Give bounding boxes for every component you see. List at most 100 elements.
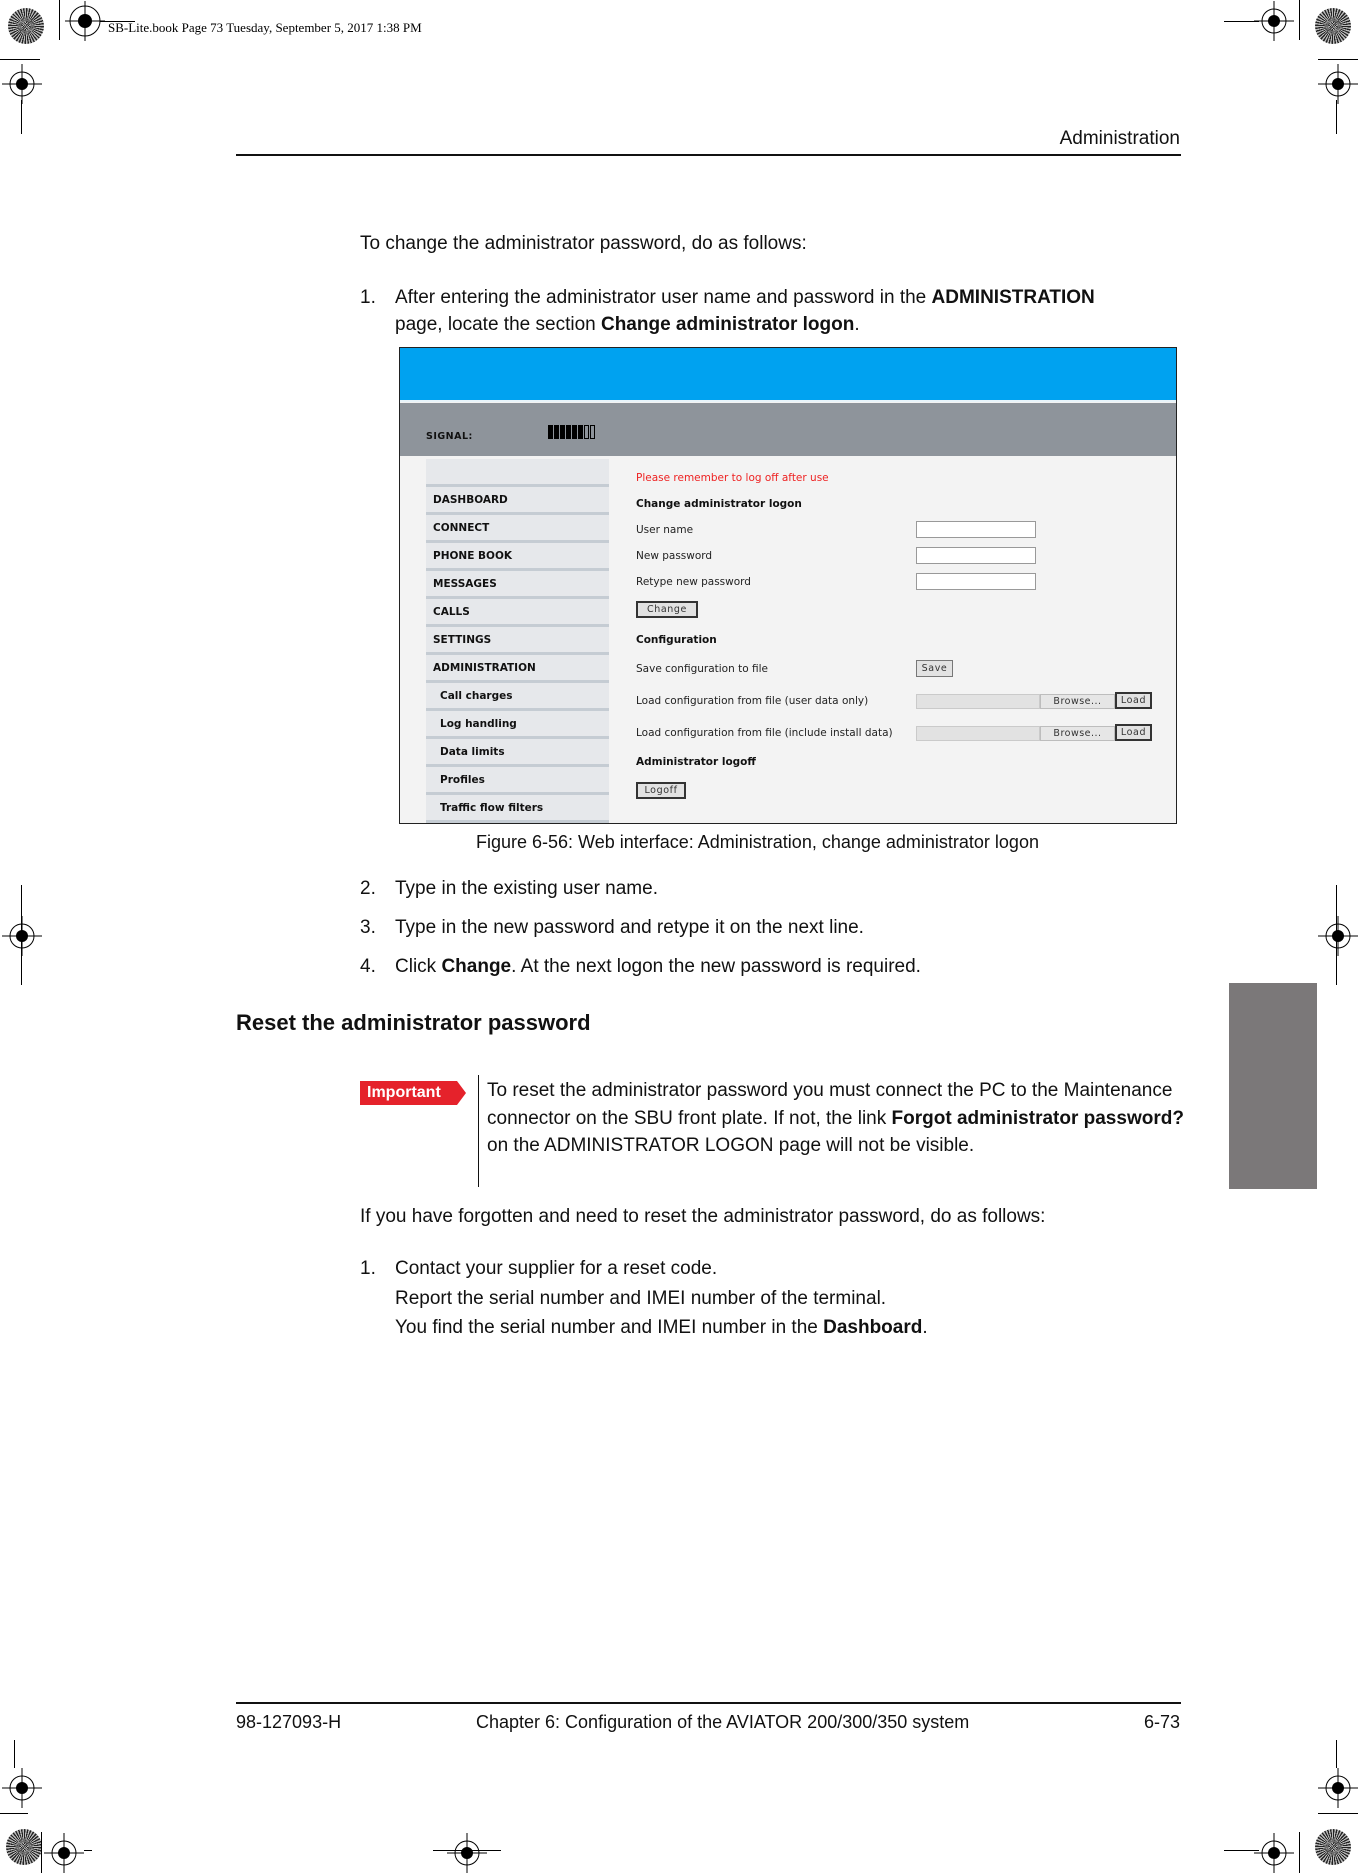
footer-chapter: Chapter 6: Configuration of the AVIATOR … (476, 1712, 970, 1732)
crop-mark (21, 885, 22, 985)
crop-mark (1299, 1832, 1300, 1873)
step-text: Click Change. At the next logon the new … (395, 956, 921, 977)
save-button[interactable]: Save (916, 660, 953, 677)
crop-mark (84, 1850, 92, 1851)
retype-password-input[interactable] (916, 573, 1036, 590)
footer-rule (236, 1702, 1181, 1704)
registration-mark-icon (1318, 916, 1358, 956)
important-divider (478, 1075, 479, 1187)
step-number: 2. (360, 878, 376, 899)
signal-bar-filled (578, 425, 583, 439)
print-slug: SB-Lite.book Page 73 Tuesday, September … (108, 20, 422, 35)
step-text: Contact your supplier for a reset code. (395, 1258, 718, 1279)
logoff-button[interactable]: Logoff (636, 782, 686, 799)
footer-page-number: 6-73 (1143, 1712, 1180, 1732)
step-text-line2: Report the serial number and IMEI number… (395, 1288, 887, 1309)
crop-mark (0, 1813, 28, 1814)
retype-password-label: Retype new password (636, 576, 751, 588)
step-number: 1. (360, 287, 376, 308)
crop-mark (1299, 0, 1300, 40)
emphasis: Forgot administrator password? (891, 1107, 1184, 1129)
emphasis: Change administrator logon (600, 314, 855, 335)
registration-mark-icon (2, 64, 42, 104)
browse-button-user[interactable]: Browse... (1040, 694, 1115, 709)
sidebar-item-calls[interactable]: CALLS (426, 599, 609, 627)
sidebar-item-messages[interactable]: MESSAGES (426, 571, 609, 599)
crop-mark (1336, 885, 1337, 985)
registration-mark-icon (44, 1833, 84, 1873)
signal-bar-filled (554, 425, 559, 439)
signal-bar-filled (560, 425, 565, 439)
crop-mark (1336, 1740, 1337, 1768)
emphasis: Change (441, 956, 512, 977)
running-header: Administration (1059, 128, 1180, 149)
footer-doc-number: 98-127093-H (236, 1712, 342, 1732)
reset-intro-paragraph: If you have forgotten and need to reset … (360, 1206, 1046, 1227)
registration-mark-icon (447, 1833, 487, 1873)
signal-bar-filled (572, 425, 577, 439)
sidebar-item-phone-book[interactable]: PHONE BOOK (426, 543, 609, 571)
step-text: Type in the existing user name. (395, 878, 658, 899)
important-note-text: To reset the administrator password you … (487, 1080, 1184, 1156)
important-badge: Important (360, 1081, 467, 1105)
crop-mark (21, 100, 22, 134)
figure-caption: Figure 6-56: Web interface: Administrati… (476, 832, 1039, 852)
registration-mark-icon (2, 1768, 42, 1808)
sidebar-item-administration[interactable]: ADMINISTRATION (426, 655, 609, 683)
sidebar-item-call-charges[interactable]: Call charges (426, 683, 609, 711)
crop-mark (59, 0, 60, 40)
user-config-file-input[interactable] (916, 694, 1040, 709)
load-install-config-label: Load configuration from file (include in… (636, 727, 893, 739)
crop-mark (1224, 21, 1259, 22)
registration-mark-icon (1318, 64, 1358, 104)
chapter-thumb-tab (1229, 983, 1317, 1189)
load-button-install[interactable]: Load (1115, 724, 1152, 741)
registration-mark-icon (65, 1, 105, 41)
new-password-input[interactable] (916, 547, 1036, 564)
load-button-user[interactable]: Load (1115, 692, 1152, 709)
header-rule (236, 154, 1181, 156)
configuration-heading: Configuration (636, 634, 717, 646)
registration-mark-icon (1254, 1833, 1294, 1873)
sidebar-item-traffic-flow-filters[interactable]: Traffic flow filters (426, 795, 609, 823)
step-number: 3. (360, 917, 376, 938)
print-registration-starburst-top-right (1315, 8, 1351, 44)
load-user-config-label: Load configuration from file (user data … (636, 695, 869, 707)
sidebar-item-data-limits[interactable]: Data limits (426, 739, 609, 767)
signal-label: SIGNAL: (426, 431, 473, 442)
sidebar-item-log-handling[interactable]: Log handling (426, 711, 609, 739)
signal-bar-filled (548, 425, 553, 439)
browse-button-install[interactable]: Browse... (1040, 726, 1115, 741)
sidebar-item-settings[interactable]: SETTINGS (426, 627, 609, 655)
sidebar-item-profiles[interactable]: Profiles (426, 767, 609, 795)
status-bar: SIGNAL: (400, 403, 1176, 456)
emphasis: ADMINISTRATION (931, 287, 1095, 308)
sidebar-item-connect[interactable]: CONNECT (426, 515, 609, 543)
signal-bar-empty (590, 425, 595, 439)
print-registration-starburst-bottom-right (1315, 1829, 1351, 1865)
intro-paragraph: To change the administrator password, do… (360, 233, 807, 254)
registration-mark-icon (1318, 1768, 1358, 1808)
crop-mark (1224, 1850, 1259, 1851)
step-text-line2: page, locate the section Change administ… (395, 314, 860, 335)
emphasis: Dashboard (823, 1317, 923, 1338)
section-heading: Reset the administrator password (236, 1010, 591, 1035)
install-config-file-input[interactable] (916, 726, 1040, 741)
step-number: 1. (360, 1258, 376, 1279)
new-password-label: New password (636, 550, 713, 562)
crop-mark (433, 1850, 501, 1851)
crop-mark (14, 1740, 15, 1768)
step-number: 4. (360, 956, 376, 977)
signal-bar-empty (584, 425, 589, 439)
crop-mark (41, 1832, 42, 1873)
change-logon-heading: Change administrator logon (636, 498, 802, 510)
sidebar-blank (426, 459, 609, 487)
logoff-heading: Administrator logoff (636, 756, 756, 768)
save-config-label: Save configuration to file (636, 663, 768, 675)
user-name-input[interactable] (916, 521, 1036, 538)
step-text-line3: You find the serial number and IMEI numb… (395, 1317, 928, 1338)
sidebar-nav: DASHBOARD CONNECT PHONE BOOK MESSAGES CALLS S… (426, 459, 609, 823)
signal-strength-indicator (548, 425, 595, 439)
change-button[interactable]: Change (636, 601, 698, 618)
sidebar-item-dashboard[interactable]: DASHBOARD (426, 487, 609, 515)
